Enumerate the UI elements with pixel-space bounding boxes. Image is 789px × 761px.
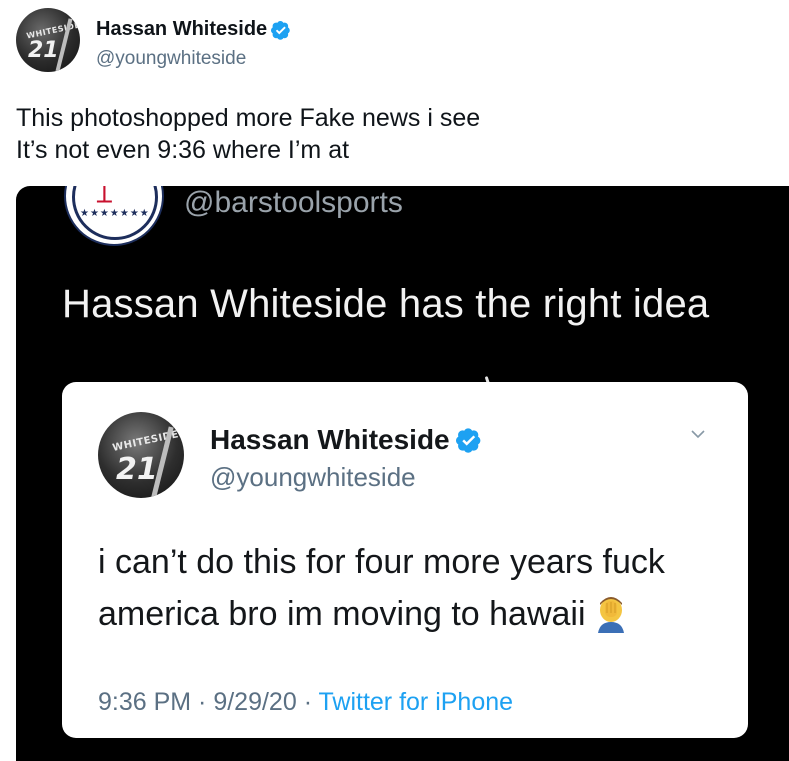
barstool-logo: ⌶ ★★★★★★★ [64, 186, 164, 246]
verified-badge-icon [271, 20, 290, 40]
quoted-tweet-date: 9/29/20 [213, 688, 297, 716]
author-avatar[interactable]: WHITESIDE 21 [16, 8, 80, 72]
media-caption: Hassan Whiteside has the right idea [62, 282, 710, 326]
quoted-author-handle: @youngwhiteside [210, 462, 416, 492]
quoted-tweet-card: WHITESIDE 21 Hassan Whiteside @youngwhit… [62, 382, 748, 738]
author-display-name[interactable]: Hassan Whiteside [96, 18, 267, 41]
tweet-text: This photoshopped more Fake news i see I… [16, 102, 776, 166]
quoted-tweet-text: i can’t do this for four more years fuck… [98, 536, 728, 640]
tweet-media-image[interactable]: ⌶ ★★★★★★★ @barstoolsports Hassan Whitesi… [16, 186, 789, 761]
tweet-text-line-1: This photoshopped more Fake news i see [16, 104, 481, 132]
tweet-text-line-2: It’s not even 9:36 where I’m at [16, 136, 350, 164]
quoted-tweet-time: 9:36 PM [98, 688, 192, 716]
meta-separator: · [296, 688, 319, 716]
barstool-logo-stars: ★★★★★★★ [80, 208, 150, 219]
quoted-author-avatar: WHITESIDE 21 [98, 412, 184, 498]
chevron-down-icon [691, 430, 705, 439]
author-handle[interactable]: @youngwhiteside [96, 48, 246, 70]
quoted-avatar-jersey-number: 21 [116, 452, 158, 487]
quoted-tweet-source: Twitter for iPhone [318, 688, 514, 716]
media-account-handle: @barstoolsports [184, 186, 403, 219]
avatar-jersey-number: 21 [28, 38, 59, 63]
quoted-tweet-metadata: 9:36 PM · 9/29/20 · Twitter for iPhone [98, 688, 513, 717]
barstool-logo-mark: ⌶ [96, 186, 113, 209]
quoted-author-name-row: Hassan Whiteside [210, 424, 482, 456]
quoted-author-name: Hassan Whiteside [210, 424, 450, 455]
tweet: WHITESIDE 21 Hassan Whiteside @youngwhit… [0, 0, 789, 761]
quoted-verified-badge-icon [455, 428, 481, 453]
man-facepalming-emoji-icon [597, 597, 624, 633]
quoted-tweet-text-body: i can’t do this for four more years fuck… [98, 543, 665, 633]
meta-separator: · [191, 688, 214, 716]
author-name-row[interactable]: Hassan Whiteside [96, 18, 291, 41]
